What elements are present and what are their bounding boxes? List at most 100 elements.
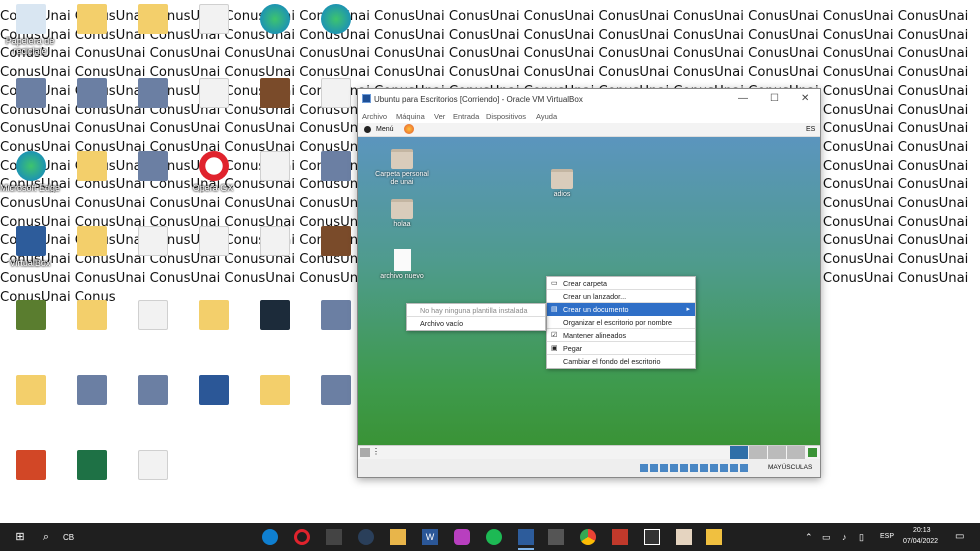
maximize-button[interactable]: ☐ (770, 93, 779, 104)
desktop-icon[interactable] (122, 224, 182, 282)
minimize-button[interactable]: — (738, 93, 748, 104)
desktop-icon[interactable] (305, 149, 365, 207)
guest-icon-adios[interactable]: adios (532, 169, 592, 199)
desktop-icon[interactable]: Microsoft Edge (0, 149, 60, 207)
menu-item-mantener-alineados[interactable]: ☑ Mantener alineados (547, 329, 695, 342)
file-explorer-icon[interactable] (390, 529, 406, 545)
desktop-icon[interactable] (61, 149, 121, 207)
menu-dispositivos[interactable]: Dispositivos (486, 112, 526, 121)
desktop-icon[interactable] (183, 298, 243, 356)
menu-item-pegar[interactable]: ▣ Pegar (547, 342, 695, 355)
network-icon[interactable]: ▭ (822, 532, 831, 543)
desktop-icon[interactable] (61, 448, 121, 506)
menu-item-cambiar-fondo[interactable]: Cambiar el fondo del escritorio (547, 355, 695, 368)
desktop-icon[interactable] (244, 373, 304, 431)
guest-icon-home[interactable]: Carpeta personal de unai (372, 149, 432, 187)
menu-ver[interactable]: Ver (434, 112, 445, 121)
workspace-1[interactable] (730, 446, 748, 459)
desktop-icon[interactable] (305, 373, 365, 431)
game-icon[interactable] (676, 529, 692, 545)
menu-entrada[interactable]: Entrada (453, 112, 479, 121)
menu-item-organizar[interactable]: Organizar el escritorio por nombre (547, 316, 695, 329)
app-icon[interactable] (706, 529, 722, 545)
menu-ayuda[interactable]: Ayuda (536, 112, 557, 121)
desktop-icon[interactable] (122, 448, 182, 506)
desktop-icon[interactable] (122, 2, 182, 60)
folder-icon (77, 226, 107, 256)
desktop-icon[interactable] (0, 76, 60, 134)
notifications-icon[interactable]: ▭ (955, 531, 964, 542)
unity-icon[interactable] (326, 529, 342, 545)
workspace-2[interactable] (749, 446, 767, 459)
guest-icon-archivo-nuevo[interactable]: archivo nuevo (372, 249, 432, 281)
desktop-icon[interactable] (0, 298, 60, 356)
virtualbox-icon[interactable] (518, 529, 534, 545)
desktop-icon[interactable] (61, 224, 121, 282)
trash-icon[interactable] (808, 448, 817, 457)
keyboard-layout[interactable]: ES (806, 126, 815, 133)
desktop-icon[interactable] (0, 373, 60, 431)
desktop-icon[interactable] (61, 298, 121, 356)
discord-icon[interactable] (454, 529, 470, 545)
firefox-icon[interactable] (404, 124, 414, 134)
epic-games-icon[interactable] (644, 529, 660, 545)
desktop-icon[interactable]: Opera GX (183, 149, 243, 207)
desktop-icon[interactable] (244, 298, 304, 356)
guest-icon-holaa[interactable]: holaa (372, 199, 432, 229)
desktop-icon[interactable] (183, 373, 243, 431)
desktop-icon[interactable] (61, 373, 121, 431)
app-icon[interactable] (548, 529, 564, 545)
desktop-icon[interactable]: VirtualBox (0, 224, 60, 282)
menu-item-crear-lanzador[interactable]: Crear un lanzador... (547, 290, 695, 303)
desktop-icon[interactable] (183, 224, 243, 282)
desktop-icon[interactable]: Papelera de reciclaje (0, 2, 60, 60)
word-icon[interactable]: W (422, 529, 438, 545)
chevron-up-icon[interactable]: ⌃ (805, 532, 813, 543)
desktop-icon[interactable] (122, 298, 182, 356)
search-box-text[interactable]: CB (63, 533, 74, 542)
menu-item-crear-documento[interactable]: ▤ Crear un documento ▸ (547, 303, 695, 316)
show-desktop-icon[interactable] (360, 448, 370, 457)
chrome-icon[interactable] (580, 529, 596, 545)
desktop-icon[interactable] (244, 224, 304, 282)
desktop-icon[interactable] (183, 76, 243, 134)
window-titlebar[interactable]: Ubuntu para Escritorios [Corriendo] - Or… (358, 89, 820, 109)
guest-menu-button[interactable]: Menú (376, 126, 394, 133)
volume-icon[interactable]: ♪ (842, 532, 847, 542)
clock-time[interactable]: 20:13 (913, 527, 931, 534)
search-icon[interactable]: ⌕ (38, 529, 54, 545)
desktop-icon[interactable] (0, 448, 60, 506)
desktop-icon[interactable] (305, 224, 365, 282)
device-status-icons[interactable] (640, 464, 750, 472)
desktop-icon[interactable] (61, 76, 121, 134)
game-icon[interactable] (612, 529, 628, 545)
steam-icon[interactable] (358, 529, 374, 545)
workspace-3[interactable] (768, 446, 786, 459)
desktop-icon[interactable] (305, 76, 365, 134)
battery-icon[interactable]: ▯ (859, 532, 864, 543)
desktop-icon[interactable] (305, 2, 365, 60)
close-button[interactable]: ✕ (801, 93, 809, 104)
desktop-icon[interactable] (122, 149, 182, 207)
workspace-4[interactable] (787, 446, 805, 459)
clock-date[interactable]: 07/04/2022 (903, 538, 938, 545)
desktop-icon[interactable] (305, 298, 365, 356)
desktop-icon[interactable] (122, 373, 182, 431)
virtualbox-window[interactable]: Ubuntu para Escritorios [Corriendo] - Or… (357, 88, 821, 478)
edge-icon[interactable] (262, 529, 278, 545)
desktop-icon[interactable] (122, 76, 182, 134)
guest-desktop[interactable]: Carpeta personal de unai holaa archivo n… (358, 137, 820, 445)
menu-item-crear-carpeta[interactable]: ▭ Crear carpeta (547, 277, 695, 290)
desktop-icon[interactable] (244, 2, 304, 60)
windows-start-icon[interactable]: ⊞ (12, 529, 28, 545)
language-indicator[interactable]: ESP (880, 533, 894, 540)
desktop-icon[interactable] (244, 76, 304, 134)
submenu-item-archivo-vacio[interactable]: Archivo vacío (407, 317, 545, 330)
menu-archivo[interactable]: Archivo (362, 112, 387, 121)
opera-icon[interactable] (294, 529, 310, 545)
desktop-icon[interactable] (183, 2, 243, 60)
spotify-icon[interactable] (486, 529, 502, 545)
desktop-icon[interactable] (61, 2, 121, 60)
desktop-icon[interactable] (244, 149, 304, 207)
menu-maquina[interactable]: Máquina (396, 112, 425, 121)
